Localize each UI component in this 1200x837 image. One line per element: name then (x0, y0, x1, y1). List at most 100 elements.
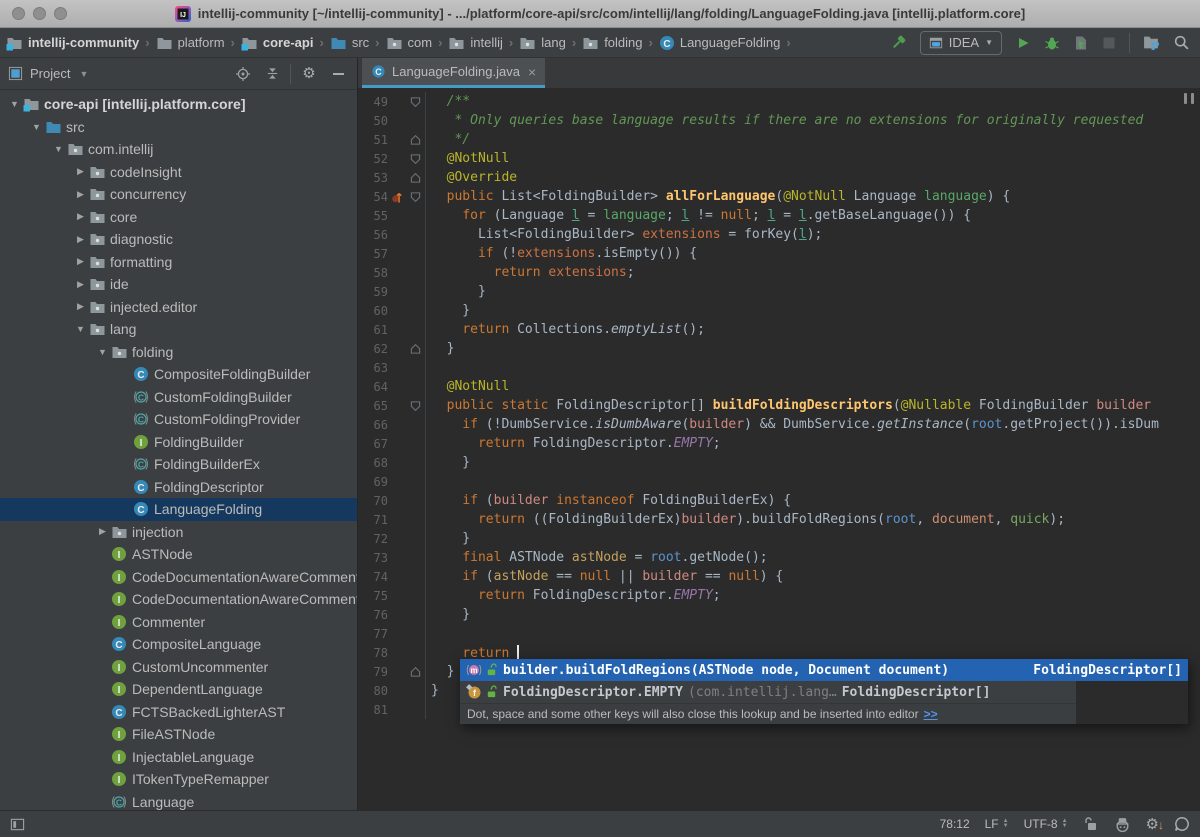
tree-item[interactable]: I DependentLanguage (0, 678, 357, 701)
tree-item[interactable]: C CompositeLanguage (0, 633, 357, 656)
encoding-widget[interactable]: UTF-8 ▲ ▼ (1024, 817, 1068, 831)
breadcrumb-item[interactable]: intellij-community (6, 35, 139, 51)
code-line[interactable]: 50 * Only queries base language results … (358, 111, 1200, 130)
code-line[interactable]: 60 } (358, 301, 1200, 320)
tree-item[interactable]: ▶ ide (0, 273, 357, 296)
breadcrumb-item[interactable]: src (330, 35, 369, 51)
run-configuration-select[interactable]: IDEA ▼ (919, 30, 1002, 55)
tree-item[interactable]: ▶ formatting (0, 251, 357, 274)
code-line[interactable]: 49 /** (358, 92, 1200, 111)
completion-hint-link[interactable]: >> (924, 707, 938, 721)
tree-collapse-arrow-icon[interactable]: ▶ (72, 166, 89, 177)
project-panel-title[interactable]: Project (30, 66, 70, 81)
hector-inspections-icon[interactable] (1114, 816, 1131, 833)
tree-item[interactable]: ▶ injected.editor (0, 296, 357, 319)
code-line[interactable]: 59 } (358, 282, 1200, 301)
lock-open-icon[interactable] (1083, 816, 1099, 832)
tree-item[interactable]: ▶ diagnostic (0, 228, 357, 251)
code-line[interactable]: 67 return FoldingDescriptor.EMPTY; (358, 434, 1200, 453)
code-line[interactable]: 65 public static FoldingDescriptor[] bui… (358, 396, 1200, 415)
collapse-all-button[interactable] (261, 63, 283, 85)
code-line[interactable]: 69 (358, 472, 1200, 491)
update-available-icon[interactable]: ⚙ ↓ (1146, 817, 1164, 832)
tree-item[interactable]: ▼ core-api [intellij.platform.core] (0, 93, 357, 116)
editor[interactable]: 49 /** 50 * Only queries base language re… (358, 88, 1200, 810)
code-line[interactable]: 72 } (358, 529, 1200, 548)
tree-item[interactable]: I ASTNode (0, 543, 357, 566)
tree-item[interactable]: ▶ core (0, 206, 357, 229)
tree-item[interactable]: ▼ folding (0, 341, 357, 364)
code-line[interactable]: 66 if (!DumbService.isDumbAware(builder)… (358, 415, 1200, 434)
tree-item[interactable]: C FCTSBackedLighterAST (0, 701, 357, 724)
breadcrumb-item[interactable]: core-api (241, 35, 313, 51)
code-line[interactable]: 71 return ((FoldingBuilderEx)builder).bu… (358, 510, 1200, 529)
tree-item[interactable]: C FoldingBuilderEx (0, 453, 357, 476)
project-structure-button[interactable] (1143, 34, 1160, 51)
toolwindow-toggle-icon[interactable] (10, 817, 25, 832)
tree-item[interactable]: ▶ concurrency (0, 183, 357, 206)
close-tab-icon[interactable]: × (528, 64, 536, 80)
editor-tab-languagefolding[interactable]: C LanguageFolding.java × (362, 58, 546, 88)
tree-item[interactable]: C CustomFoldingProvider (0, 408, 357, 431)
tree-item[interactable]: ▼ src (0, 116, 357, 139)
code-line[interactable]: 63 (358, 358, 1200, 377)
tree-item[interactable]: ▼ com.intellij (0, 138, 357, 161)
tree-item[interactable]: I CustomUncommenter (0, 656, 357, 679)
code-line[interactable]: 55 for (Language l = language; l != null… (358, 206, 1200, 225)
tree-item[interactable]: C CustomFoldingBuilder (0, 386, 357, 409)
code-line[interactable]: 62 } (358, 339, 1200, 358)
code-line[interactable]: 61 return Collections.emptyList(); (358, 320, 1200, 339)
tree-expand-arrow-icon[interactable]: ▼ (72, 324, 89, 334)
breadcrumb-item[interactable]: lang (519, 35, 566, 51)
chevron-down-icon[interactable]: ▼ (79, 69, 88, 79)
locate-file-button[interactable] (232, 63, 254, 85)
tree-item[interactable]: C LanguageFolding (0, 498, 357, 521)
code-line[interactable]: 53 @Override (358, 168, 1200, 187)
build-hammer-icon[interactable] (890, 34, 907, 51)
tree-item[interactable]: ▶ injection (0, 521, 357, 544)
tree-item[interactable]: I CodeDocumentationAwareCommenterEx (0, 588, 357, 611)
code-line[interactable]: 64 @NotNull (358, 377, 1200, 396)
tree-item[interactable]: ▶ codeInsight (0, 161, 357, 184)
tree-expand-arrow-icon[interactable]: ▼ (28, 122, 45, 132)
tree-item[interactable]: ▼ lang (0, 318, 357, 341)
breadcrumb-item[interactable]: platform (156, 35, 225, 51)
search-everywhere-button[interactable] (1173, 34, 1190, 51)
run-button[interactable] (1015, 35, 1031, 51)
code-line[interactable]: 58 return extensions; (358, 263, 1200, 282)
tree-item[interactable]: C CompositeFoldingBuilder (0, 363, 357, 386)
tree-expand-arrow-icon[interactable]: ▼ (50, 144, 67, 154)
run-with-coverage-button[interactable] (1073, 35, 1089, 51)
tree-item[interactable]: I ITokenTypeRemapper (0, 768, 357, 791)
line-separator-widget[interactable]: LF ▲ ▼ (985, 817, 1009, 831)
tree-expand-arrow-icon[interactable]: ▼ (94, 347, 111, 357)
debug-button[interactable] (1044, 35, 1060, 51)
zoom-window-button[interactable] (54, 7, 67, 20)
hide-panel-button[interactable] (327, 63, 349, 85)
scrollbar-marks[interactable] (1184, 93, 1194, 104)
code-line[interactable]: 74 if (astNode == null || builder == nul… (358, 567, 1200, 586)
code-line[interactable]: 73 final ASTNode astNode = root.getNode(… (358, 548, 1200, 567)
code-line[interactable]: 54 public List<FoldingBuilder> allForLan… (358, 187, 1200, 206)
breadcrumb-item[interactable]: C LanguageFolding (659, 35, 780, 51)
breadcrumb-item[interactable]: com (386, 35, 432, 51)
stop-button[interactable] (1102, 36, 1116, 50)
tree-item[interactable]: I FileASTNode (0, 723, 357, 746)
tree-collapse-arrow-icon[interactable]: ▶ (72, 234, 89, 245)
event-log-balloon-icon[interactable] (1174, 816, 1190, 832)
tree-expand-arrow-icon[interactable]: ▼ (6, 99, 23, 109)
breadcrumb-item[interactable]: intellij (448, 35, 503, 51)
code-line[interactable]: 56 List<FoldingBuilder> extensions = for… (358, 225, 1200, 244)
code-line[interactable]: 70 if (builder instanceof FoldingBuilder… (358, 491, 1200, 510)
tree-collapse-arrow-icon[interactable]: ▶ (72, 211, 89, 222)
breadcrumb-item[interactable]: folding (582, 35, 643, 51)
completion-item-selected[interactable]: m builder.buildFoldRegions(ASTNode node, … (460, 659, 1188, 681)
tree-collapse-arrow-icon[interactable]: ▶ (72, 256, 89, 267)
code-line[interactable]: 77 (358, 624, 1200, 643)
tree-item[interactable]: I InjectableLanguage (0, 746, 357, 769)
tree-item[interactable]: C Language (0, 791, 357, 811)
tree-collapse-arrow-icon[interactable]: ▶ (72, 301, 89, 312)
tree-item[interactable]: C FoldingDescriptor (0, 476, 357, 499)
tree-item[interactable]: I Commenter (0, 611, 357, 634)
tree-item[interactable]: I FoldingBuilder (0, 431, 357, 454)
